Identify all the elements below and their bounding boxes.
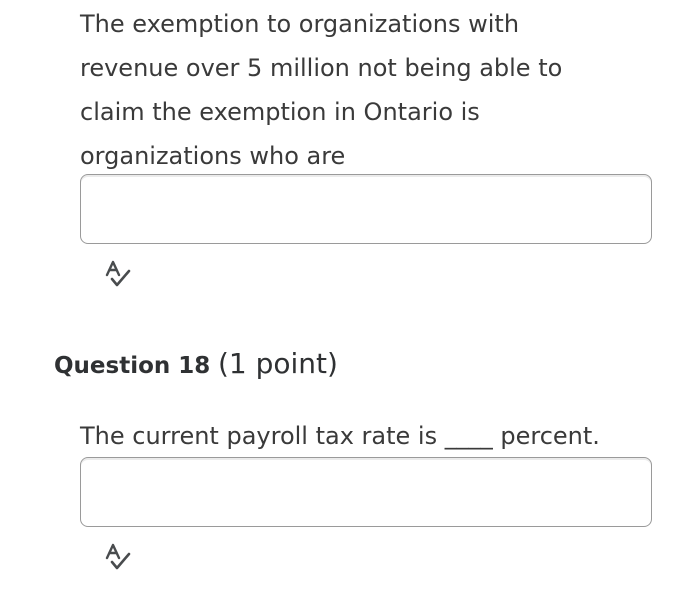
question-17-prompt-line-4: organizations who are: [80, 142, 346, 170]
question-18-points: (1 point): [217, 347, 338, 380]
question-18-answer-field[interactable]: [80, 457, 652, 527]
question-17-prompt: The exemption to organizations with reve…: [80, 2, 640, 178]
question-17-prompt-line-3: claim the exemption in Ontario is: [80, 98, 480, 126]
question-18-number: Question 18: [54, 353, 211, 379]
spellcheck-icon[interactable]: [103, 260, 133, 288]
question-17-answer-field[interactable]: [80, 174, 652, 244]
question-17-prompt-line-2: revenue over 5 million not being able to: [80, 54, 563, 82]
question-18-header: Question 18 (1 point): [54, 344, 338, 386]
question-17-prompt-line-1: The exemption to organizations with: [80, 10, 520, 38]
question-18-prompt: The current payroll tax rate is ____ per…: [80, 422, 600, 450]
spellcheck-icon[interactable]: [103, 543, 133, 571]
